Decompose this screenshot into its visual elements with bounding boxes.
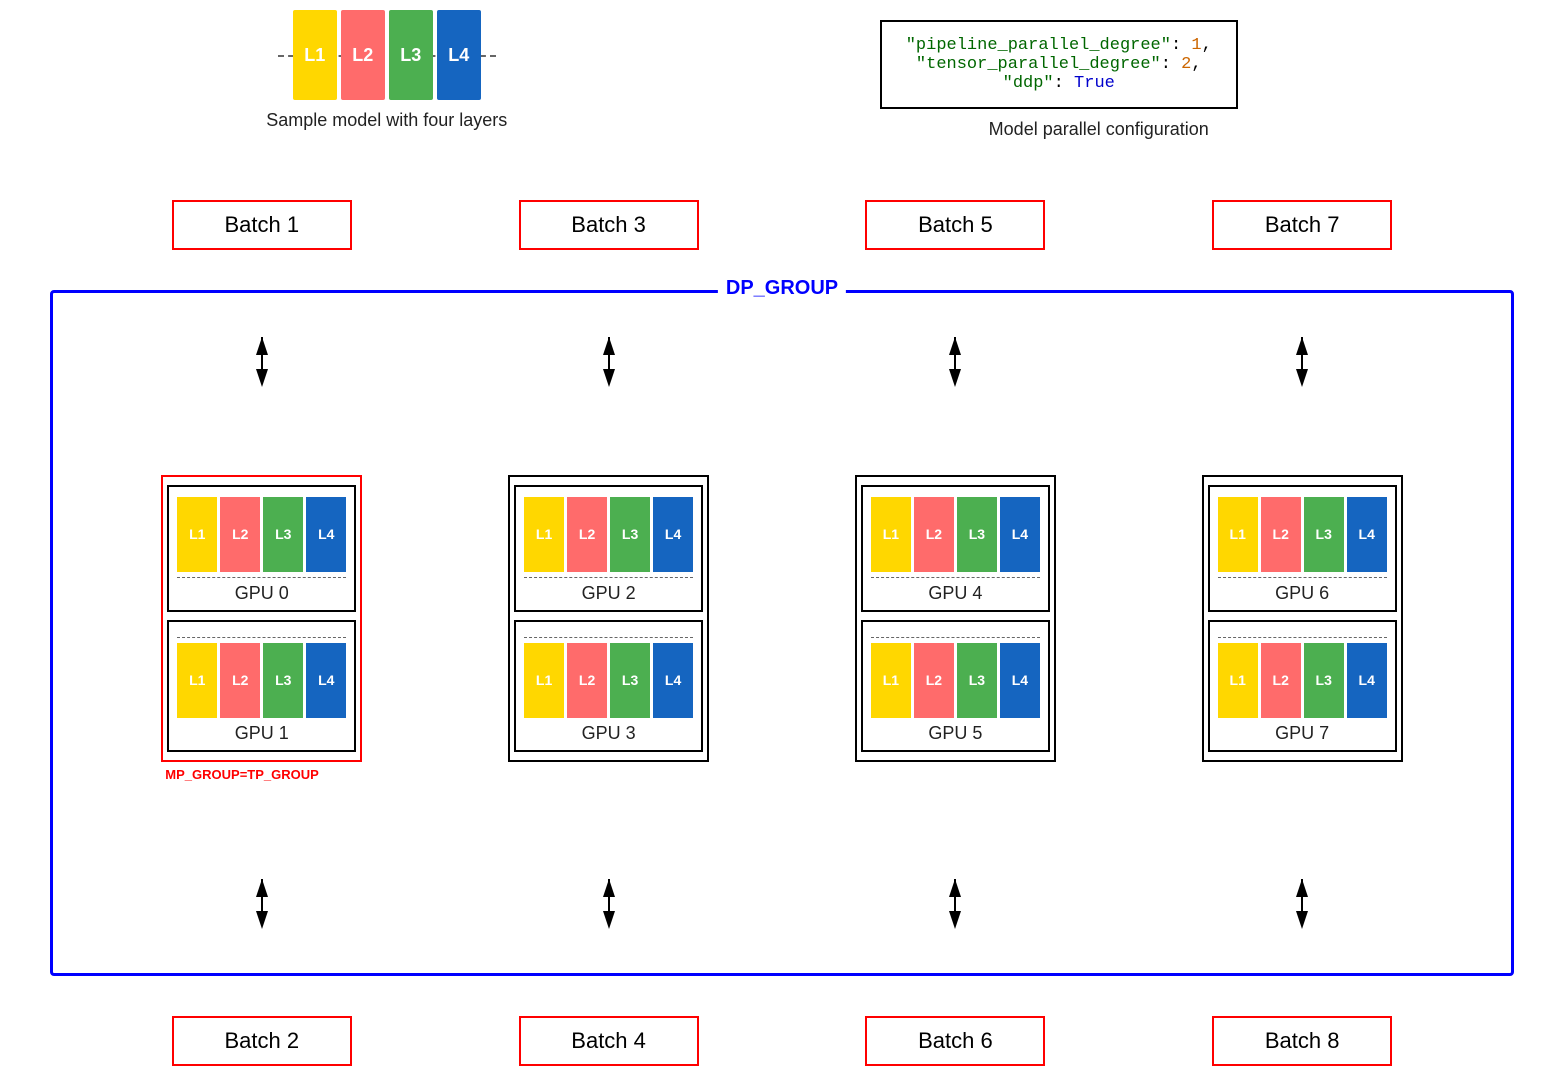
gpu2-l3: L3 bbox=[610, 497, 650, 572]
gpu6-l3: L3 bbox=[1304, 497, 1344, 572]
config-key-1: "pipeline_parallel_degree" bbox=[906, 36, 1171, 55]
batch-1-box: Batch 1 bbox=[172, 200, 352, 250]
gpu-7-label: GPU 7 bbox=[1218, 723, 1387, 744]
gpu-column-2: Batch 5 L1 L2 L3 L4 bbox=[800, 200, 1110, 1066]
gpu-7-unit: L1 L2 L3 L4 GPU 7 bbox=[1208, 620, 1397, 752]
config-key-3: "ddp" bbox=[1003, 74, 1054, 93]
layer-l1: L1 bbox=[293, 10, 337, 100]
gpu0-l4: L4 bbox=[306, 497, 346, 572]
layer-l2: L2 bbox=[341, 10, 385, 100]
gpu-pair-2: L1 L2 L3 L4 GPU 4 L1 L2 L3 bbox=[855, 475, 1056, 762]
gpu-6-unit: L1 L2 L3 L4 GPU 6 bbox=[1208, 485, 1397, 612]
gpu0-l3: L3 bbox=[263, 497, 303, 572]
gpu6-l2: L2 bbox=[1261, 497, 1301, 572]
config-key-2: "tensor_parallel_degree" bbox=[916, 55, 1161, 74]
gpu-1-unit: L1 L2 L3 L4 GPU 1 bbox=[167, 620, 356, 752]
layer-boxes: L1 L2 L3 L4 bbox=[293, 10, 481, 100]
arrow-top-1 bbox=[601, 337, 617, 387]
main-diagram: L1 L2 L3 L4 Sample model with four layer… bbox=[0, 0, 1564, 1086]
gpu1-l1: L1 bbox=[177, 643, 217, 718]
gpu5-l3: L3 bbox=[957, 643, 997, 718]
gpu4-l3: L3 bbox=[957, 497, 997, 572]
gpu-column-0: Batch 1 MP_GROUP=TP_GROUP bbox=[107, 200, 417, 1066]
config-bool-1: True bbox=[1074, 74, 1115, 93]
gpu4-l2: L2 bbox=[914, 497, 954, 572]
gpu-2-label: GPU 2 bbox=[524, 583, 693, 604]
gpu4-l4: L4 bbox=[1000, 497, 1040, 572]
gpu3-l4: L4 bbox=[653, 643, 693, 718]
batch-2-box: Batch 2 bbox=[172, 1016, 352, 1066]
gpu7-l3: L3 bbox=[1304, 643, 1344, 718]
main-area: DP_GROUP Batch 1 bbox=[30, 200, 1534, 1066]
arrow-top-2 bbox=[947, 337, 963, 387]
gpu-pair-3: L1 L2 L3 L4 GPU 6 L1 L2 L3 bbox=[1202, 475, 1403, 762]
gpu-3-layers: L1 L2 L3 L4 bbox=[524, 643, 693, 718]
gpu0-l1: L1 bbox=[177, 497, 217, 572]
gpu-1-layers: L1 L2 L3 L4 bbox=[177, 643, 346, 718]
config-val-1: 1 bbox=[1191, 36, 1201, 55]
gpu3-l2: L2 bbox=[567, 643, 607, 718]
mp-group-label: MP_GROUP=TP_GROUP bbox=[165, 767, 319, 782]
gpu-4-layers: L1 L2 L3 L4 bbox=[871, 497, 1040, 572]
batch-8-box: Batch 8 bbox=[1212, 1016, 1392, 1066]
config-val-2: 2 bbox=[1181, 55, 1191, 74]
gpu-3-unit: L1 L2 L3 L4 GPU 3 bbox=[514, 620, 703, 752]
gpu5-l4: L4 bbox=[1000, 643, 1040, 718]
arrow-bottom-2 bbox=[947, 879, 963, 929]
gpu-5-label: GPU 5 bbox=[871, 723, 1040, 744]
batch-5-box: Batch 5 bbox=[865, 200, 1045, 250]
config-label: Model parallel configuration bbox=[989, 119, 1209, 140]
gpu-column-3: Batch 7 L1 L2 L3 L4 bbox=[1147, 200, 1457, 1066]
batch-6-box: Batch 6 bbox=[865, 1016, 1045, 1066]
gpu2-l1: L1 bbox=[524, 497, 564, 572]
gpu-5-unit: L1 L2 L3 L4 GPU 5 bbox=[861, 620, 1050, 752]
gpu3-l1: L1 bbox=[524, 643, 564, 718]
gpu1-l2: L2 bbox=[220, 643, 260, 718]
gpu4-l1: L1 bbox=[871, 497, 911, 572]
arrow-bottom-3 bbox=[1294, 879, 1310, 929]
gpu-4-unit: L1 L2 L3 L4 GPU 4 bbox=[861, 485, 1050, 612]
gpu5-l1: L1 bbox=[871, 643, 911, 718]
arrow-bottom-1 bbox=[601, 879, 617, 929]
gpu1-l3: L3 bbox=[263, 643, 303, 718]
gpu-pair-1: L1 L2 L3 L4 GPU 2 L1 L2 L3 bbox=[508, 475, 709, 762]
gpu-5-layers: L1 L2 L3 L4 bbox=[871, 643, 1040, 718]
gpu1-l4: L4 bbox=[306, 643, 346, 718]
gpu0-l2: L2 bbox=[220, 497, 260, 572]
config-box: "pipeline_parallel_degree": 1, "tensor_p… bbox=[880, 20, 1238, 109]
mp-group-wrapper: MP_GROUP=TP_GROUP L1 L2 L3 L4 GPU 0 bbox=[161, 475, 362, 762]
sample-model-label: Sample model with four layers bbox=[266, 110, 507, 131]
gpu-6-layers: L1 L2 L3 L4 bbox=[1218, 497, 1387, 572]
batch-4-box: Batch 4 bbox=[519, 1016, 699, 1066]
gpu6-l1: L1 bbox=[1218, 497, 1258, 572]
gpu-0-label: GPU 0 bbox=[177, 583, 346, 604]
gpu-0-layers: L1 L2 L3 L4 bbox=[177, 497, 346, 572]
layer-l4: L4 bbox=[437, 10, 481, 100]
gpu7-l1: L1 bbox=[1218, 643, 1258, 718]
gpu7-l4: L4 bbox=[1347, 643, 1387, 718]
gpu3-l3: L3 bbox=[610, 643, 650, 718]
layer-l3: L3 bbox=[389, 10, 433, 100]
gpu2-l2: L2 bbox=[567, 497, 607, 572]
gpu2-l4: L4 bbox=[653, 497, 693, 572]
gpu-0-unit: L1 L2 L3 L4 GPU 0 bbox=[167, 485, 356, 612]
gpu-2-layers: L1 L2 L3 L4 bbox=[524, 497, 693, 572]
arrow-top-0 bbox=[254, 337, 270, 387]
gpu-6-label: GPU 6 bbox=[1218, 583, 1387, 604]
batch-3-box: Batch 3 bbox=[519, 200, 699, 250]
gpu-7-layers: L1 L2 L3 L4 bbox=[1218, 643, 1387, 718]
gpu-2-unit: L1 L2 L3 L4 GPU 2 bbox=[514, 485, 703, 612]
top-section: L1 L2 L3 L4 Sample model with four layer… bbox=[0, 10, 1564, 140]
batch-7-box: Batch 7 bbox=[1212, 200, 1392, 250]
gpu6-l4: L4 bbox=[1347, 497, 1387, 572]
arrow-bottom-0 bbox=[254, 879, 270, 929]
gpu-column-1: Batch 3 L1 L2 L3 L4 bbox=[454, 200, 764, 1066]
sample-model: L1 L2 L3 L4 Sample model with four layer… bbox=[266, 10, 507, 131]
gpu-4-label: GPU 4 bbox=[871, 583, 1040, 604]
arrow-top-3 bbox=[1294, 337, 1310, 387]
gpu-3-label: GPU 3 bbox=[524, 723, 693, 744]
gpu-1-label: GPU 1 bbox=[177, 723, 346, 744]
gpu7-l2: L2 bbox=[1261, 643, 1301, 718]
gpu5-l2: L2 bbox=[914, 643, 954, 718]
